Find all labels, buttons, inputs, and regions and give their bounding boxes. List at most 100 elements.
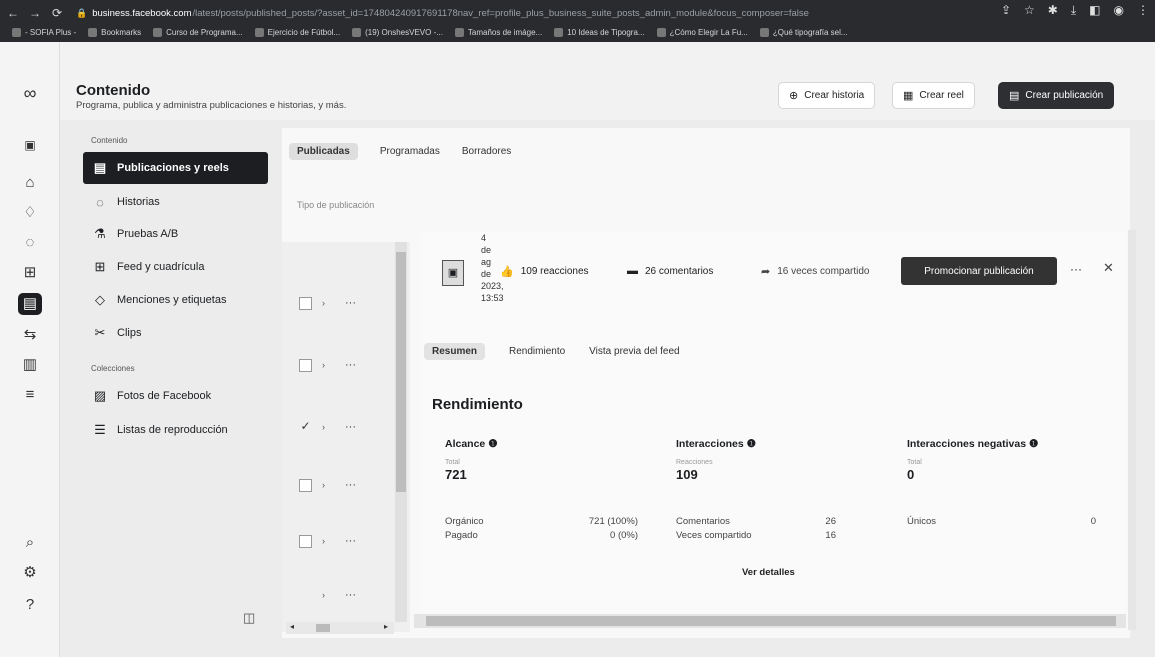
sidebar-item-clips[interactable]: ✂ Clips	[83, 317, 268, 349]
search-icon[interactable]: ⌕	[18, 532, 42, 554]
url-bar[interactable]: 🔒 business.facebook.com /latest/posts/pu…	[76, 8, 916, 19]
chevron-right-icon[interactable]: ›	[322, 590, 325, 600]
table-row[interactable]: › ···	[282, 458, 397, 512]
help-icon[interactable]: ?	[18, 594, 42, 616]
more-options-icon[interactable]: ···	[345, 535, 356, 547]
bookmark-item[interactable]: - SOFIA Plus -	[12, 27, 76, 37]
row-checkbox[interactable]	[299, 534, 312, 548]
more-options-icon[interactable]: ···	[1070, 262, 1082, 276]
create-story-button[interactable]: ⊕ Crear historia	[778, 82, 876, 109]
info-icon[interactable]: ❶	[747, 438, 756, 450]
create-reel-button[interactable]: ▦ Crear reel	[892, 82, 975, 109]
settings-gear-icon[interactable]: ⚙	[18, 562, 42, 584]
comments-count: 26 comentarios	[645, 265, 714, 277]
bookmark-item[interactable]: ¿Cómo Elegir La Fu...	[656, 27, 748, 37]
tab-feed-preview[interactable]: Vista previa del feed	[589, 346, 679, 360]
table-row[interactable]: › ···	[282, 568, 397, 622]
collapse-sidebar-icon[interactable]: ◫	[243, 610, 255, 626]
page-avatar[interactable]: ▣	[18, 134, 42, 156]
page-scrollbar[interactable]	[1128, 230, 1136, 630]
row-checkbox[interactable]	[299, 296, 312, 310]
reach-metric: Alcance ❶ Total 721	[445, 438, 645, 482]
sidebar-item-feed-grid[interactable]: ⊞ Feed y cuadrícula	[83, 251, 268, 283]
sidebar-item-ab-tests[interactable]: ⚗ Pruebas A/B	[83, 218, 268, 250]
breakdown-label: Veces compartido	[676, 530, 752, 541]
chevron-right-icon[interactable]: ›	[322, 298, 325, 308]
bookmark-item[interactable]: Bookmarks	[88, 27, 141, 37]
list-scrollbar[interactable]	[395, 242, 407, 622]
share-icon[interactable]: ⇪	[1001, 3, 1011, 18]
sidebar-item-playlists[interactable]: ☰ Listas de reproducción	[83, 414, 268, 446]
info-icon[interactable]: ❶	[488, 438, 497, 450]
sidebar-item-posts-reels[interactable]: ▤ Publicaciones y reels	[83, 152, 268, 184]
section-label-content: Contenido	[91, 136, 128, 145]
list-horizontal-scrollbar[interactable]: ◂ ▸	[286, 622, 394, 634]
create-post-button[interactable]: ▤ Crear publicación	[998, 82, 1115, 109]
bookmark-label: Curso de Programa...	[166, 27, 243, 37]
row-checkbox-checked[interactable]: ✓	[299, 420, 312, 434]
more-options-icon[interactable]: ···	[345, 589, 356, 601]
more-options-icon[interactable]: ···	[345, 421, 356, 433]
chevron-right-icon[interactable]: ›	[322, 360, 325, 370]
more-options-icon[interactable]: ···	[345, 479, 356, 491]
bookmark-item[interactable]: 10 Ideas de Tipogra...	[554, 27, 645, 37]
download-icon[interactable]: ⤓	[1071, 3, 1076, 18]
tab-summary[interactable]: Resumen	[424, 343, 486, 360]
table-row[interactable]: › ···	[282, 514, 397, 568]
bookmark-item[interactable]: Curso de Programa...	[153, 27, 243, 37]
back-icon[interactable]: ←	[4, 6, 22, 20]
sidebar-item-mentions-tags[interactable]: ◇ Menciones y etiquetas	[83, 284, 268, 316]
ads-icon[interactable]: ⇆	[18, 324, 42, 346]
reload-icon[interactable]: ⟳	[48, 6, 66, 20]
forward-icon[interactable]: →	[26, 6, 44, 20]
tab-published[interactable]: Publicadas	[289, 143, 358, 160]
tab-drafts[interactable]: Borradores	[462, 143, 511, 160]
sidebar-item-stories[interactable]: ◌ Historias	[83, 186, 268, 218]
inbox-icon[interactable]: ◌	[18, 232, 42, 254]
scrollbar-thumb[interactable]	[316, 624, 330, 632]
scrollbar-thumb[interactable]	[396, 252, 406, 492]
table-row[interactable]: ✓ › ···	[282, 400, 397, 454]
posts-icon: ▤	[93, 160, 107, 175]
bookmark-star-icon[interactable]: ☆	[1024, 3, 1035, 18]
tab-performance[interactable]: Rendimiento	[509, 346, 565, 360]
chevron-right-icon[interactable]: ›	[322, 422, 325, 432]
planner-icon[interactable]: ⊞	[18, 262, 42, 284]
scroll-left-icon[interactable]: ◂	[290, 622, 294, 631]
all-tools-icon[interactable]: ≡	[18, 384, 42, 406]
extensions-icon[interactable]: ✱	[1048, 3, 1058, 18]
tab-scheduled[interactable]: Programadas	[380, 143, 440, 160]
chevron-right-icon[interactable]: ›	[322, 480, 325, 490]
profile-icon[interactable]: ◉	[1114, 3, 1124, 18]
home-icon[interactable]: ⌂	[18, 172, 42, 194]
bookmark-item[interactable]: Tamaños de imáge...	[454, 27, 542, 37]
bookmark-item[interactable]: (19) OnshesVEVO -...	[352, 27, 443, 37]
table-row[interactable]: › ···	[282, 276, 397, 330]
view-details-link[interactable]: Ver detalles	[742, 567, 795, 578]
scrollbar-thumb[interactable]	[426, 616, 1116, 626]
info-icon[interactable]: ❶	[1029, 438, 1038, 450]
menu-icon[interactable]: ⋮	[1137, 3, 1149, 18]
detail-horizontal-scrollbar[interactable]	[414, 614, 1126, 628]
meta-logo-icon[interactable]: ∞	[18, 82, 42, 104]
more-options-icon[interactable]: ···	[345, 359, 356, 371]
row-checkbox[interactable]	[299, 478, 312, 492]
scroll-right-icon[interactable]: ▸	[384, 622, 388, 631]
post-thumbnail[interactable]: ▣	[442, 260, 464, 286]
post-type-filter[interactable]: Tipo de publicación	[297, 200, 374, 210]
page-subtitle: Programa, publica y administra publicaci…	[76, 100, 347, 111]
chevron-right-icon[interactable]: ›	[322, 536, 325, 546]
content-icon[interactable]: ▤	[18, 293, 42, 315]
bookmark-item[interactable]: ¿Qué tipografía sel...	[759, 27, 848, 37]
close-icon[interactable]: ✕	[1103, 260, 1114, 276]
sidebar-item-facebook-photos[interactable]: ▨ Fotos de Facebook	[83, 380, 268, 412]
row-checkbox[interactable]	[299, 358, 312, 372]
bookmark-item[interactable]: Ejercicio de Fútbol...	[254, 27, 340, 37]
interactions-metric: Interacciones ❶ Reacciones 109	[676, 438, 876, 482]
insights-icon[interactable]: ▥	[18, 354, 42, 376]
promote-post-button[interactable]: Promocionar publicación	[901, 257, 1057, 285]
more-options-icon[interactable]: ···	[345, 297, 356, 309]
sidepanel-icon[interactable]: ◧	[1089, 3, 1100, 18]
table-row[interactable]: › ···	[282, 338, 397, 392]
notifications-icon[interactable]: ♢	[18, 202, 42, 224]
